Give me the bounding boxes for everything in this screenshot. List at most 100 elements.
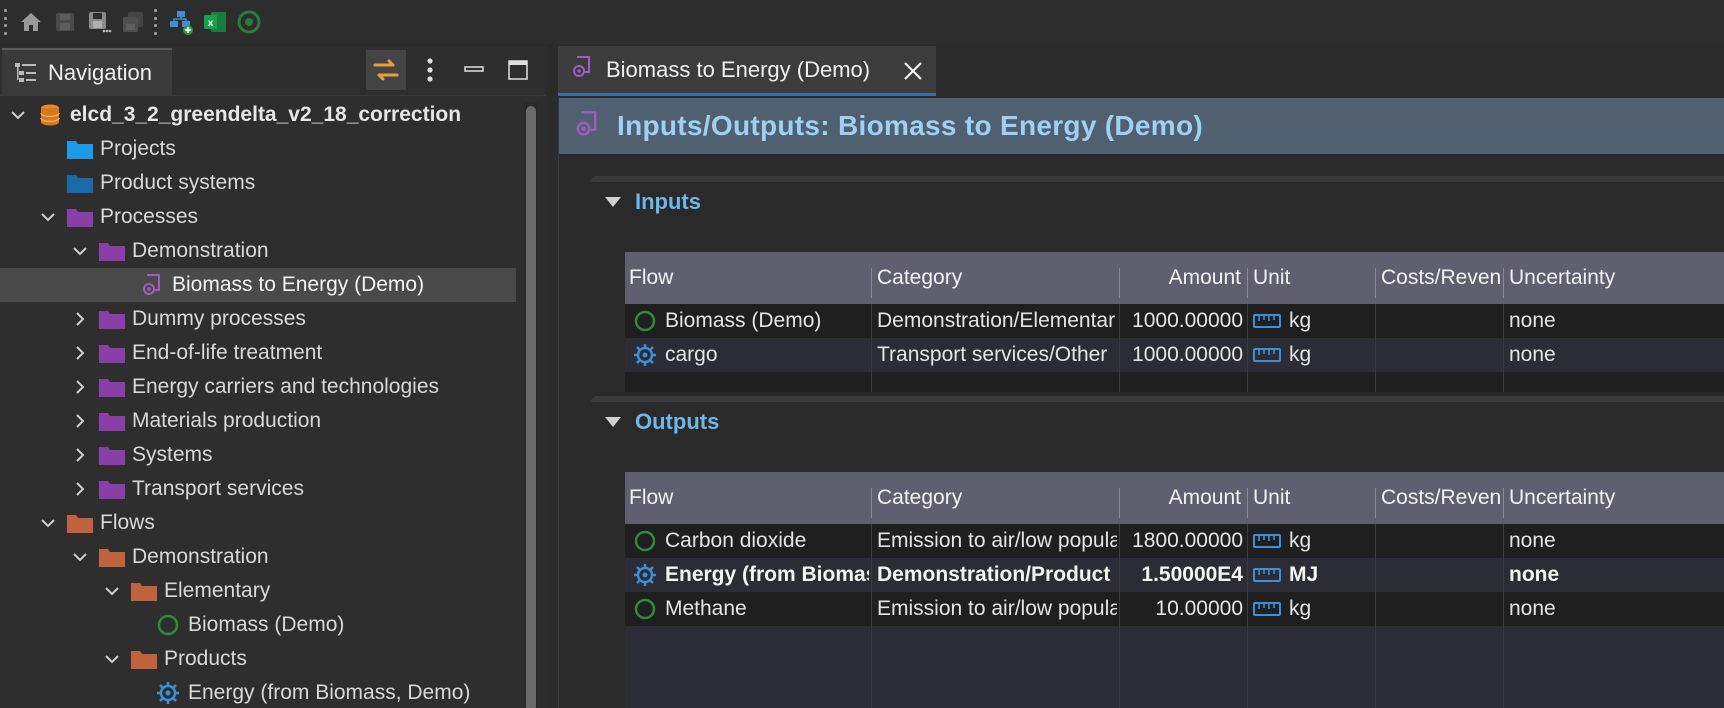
minimize-icon[interactable] (454, 50, 494, 90)
chevron-right-icon[interactable] (68, 375, 92, 399)
tree-item-database[interactable]: elcd_3_2_greendelta_v2_18_correction (0, 98, 516, 132)
tree-item-processes[interactable]: Processes (0, 200, 516, 234)
collapse-triangle-icon[interactable] (605, 417, 621, 427)
tree-item-systems[interactable]: Systems (0, 438, 516, 472)
column-header-category[interactable]: Category (873, 252, 1119, 304)
inputs-outputs-form: Inputs/Outputs: Biomass to Energy (Demo)… (558, 98, 1724, 708)
uncertainty-cell[interactable]: none (1509, 524, 1719, 558)
amount-cell[interactable]: 1000.00000 (1121, 304, 1243, 338)
tree-item-biomass-demo[interactable]: Biomass (Demo) (0, 608, 516, 642)
unit-cell[interactable]: kg (1253, 524, 1373, 558)
tree-item-energy-carriers[interactable]: Energy carriers and technologies (0, 370, 516, 404)
flow-name: cargo (665, 343, 718, 366)
amount-cell[interactable]: 1.50000E4 (1121, 558, 1243, 592)
amount-cell[interactable]: 1000.00000 (1121, 338, 1243, 372)
folder-icon (66, 205, 94, 229)
collapse-triangle-icon[interactable] (605, 197, 621, 207)
view-menu-icon[interactable] (410, 50, 450, 90)
chevron-down-icon[interactable] (68, 545, 92, 569)
table-row[interactable]: cargo Transport services/Other 1000.0000… (625, 338, 1724, 372)
save-icon[interactable] (48, 5, 82, 39)
tree-item-end-of-life-treatment[interactable]: End-of-life treatment (0, 336, 516, 370)
tree-item-product-systems[interactable]: Product systems (0, 166, 516, 200)
link-with-editor-icon[interactable] (366, 50, 406, 90)
navigation-scrollbar[interactable] (524, 102, 538, 708)
table-row[interactable]: Methane Emission to air/low popula 10.00… (625, 592, 1724, 626)
chevron-down-icon[interactable] (36, 205, 60, 229)
save-as-icon[interactable] (82, 5, 116, 39)
amount-cell[interactable]: 10.00000 (1121, 592, 1243, 626)
unit-name: kg (1289, 309, 1312, 332)
column-header-uncertainty[interactable]: Uncertainty (1505, 472, 1724, 524)
home-icon[interactable] (14, 5, 48, 39)
chevron-right-icon[interactable] (68, 477, 92, 501)
column-header-unit[interactable]: Unit (1249, 252, 1373, 304)
tree-item-energy-from-biomass[interactable]: Energy (from Biomass, Demo) (0, 676, 516, 708)
excel-icon[interactable]: x (198, 5, 232, 39)
tree-item-label: Projects (100, 137, 176, 160)
folder-icon (130, 579, 158, 603)
tab-navigation[interactable]: Navigation (2, 48, 172, 96)
chevron-right-icon[interactable] (68, 443, 92, 467)
maximize-icon[interactable] (498, 50, 538, 90)
toolbar-grip[interactable] (4, 9, 8, 35)
table-row[interactable]: Biomass (Demo) Demonstration/Elementar 1… (625, 304, 1724, 338)
tree-item-flows-demonstration[interactable]: Demonstration (0, 540, 516, 574)
costs-cell[interactable] (1381, 524, 1501, 558)
tree-item-projects[interactable]: Projects (0, 132, 516, 166)
column-header-flow[interactable]: Flow (625, 472, 871, 524)
unit-cell[interactable]: MJ (1253, 558, 1373, 592)
chevron-down-icon[interactable] (36, 511, 60, 535)
column-header-amount[interactable]: Amount (1121, 472, 1245, 524)
unit-cell[interactable]: kg (1253, 338, 1373, 372)
close-icon[interactable] (900, 58, 926, 84)
costs-cell[interactable] (1381, 592, 1501, 626)
chevron-down-icon[interactable] (100, 579, 124, 603)
save-all-icon[interactable] (116, 5, 150, 39)
new-process-icon[interactable] (164, 5, 198, 39)
uncertainty-cell[interactable]: none (1509, 304, 1719, 338)
tree-item-dummy-processes[interactable]: Dummy processes (0, 302, 516, 336)
tree-item-transport-services[interactable]: Transport services (0, 472, 516, 506)
chevron-right-icon[interactable] (68, 409, 92, 433)
svg-text:x: x (208, 18, 214, 29)
tree-item-elementary[interactable]: Elementary (0, 574, 516, 608)
toolbar-grip-2[interactable] (154, 9, 158, 35)
unit-cell[interactable]: kg (1253, 592, 1373, 626)
tree-item-flows[interactable]: Flows (0, 506, 516, 540)
table-row-reference-flow[interactable]: Energy (from Biomas Demonstration/Produc… (625, 558, 1724, 592)
tree-item-biomass-to-energy[interactable]: Biomass to Energy (Demo) (0, 268, 516, 302)
inputs-section-toggle[interactable]: Inputs (605, 186, 701, 218)
tree-item-materials-production[interactable]: Materials production (0, 404, 516, 438)
tree-item-demonstration[interactable]: Demonstration (0, 234, 516, 268)
chevron-down-icon[interactable] (6, 103, 30, 127)
amount-cell[interactable]: 1800.00000 (1121, 524, 1243, 558)
costs-cell[interactable] (1381, 304, 1501, 338)
column-header-flow[interactable]: Flow (625, 252, 871, 304)
elementary-flow-icon (634, 598, 656, 620)
chevron-down-icon[interactable] (100, 647, 124, 671)
run-icon[interactable] (232, 5, 266, 39)
category-cell: Demonstration/Elementar (877, 309, 1116, 332)
uncertainty-cell[interactable]: none (1509, 338, 1719, 372)
tree-item-label: End-of-life treatment (132, 341, 323, 364)
chevron-right-icon[interactable] (68, 307, 92, 331)
column-header-unit[interactable]: Unit (1249, 472, 1373, 524)
outputs-section-toggle[interactable]: Outputs (605, 406, 719, 438)
costs-cell[interactable] (1381, 338, 1501, 372)
chevron-right-icon[interactable] (68, 341, 92, 365)
costs-cell[interactable] (1381, 558, 1501, 592)
uncertainty-cell[interactable]: none (1509, 592, 1719, 626)
column-header-amount[interactable]: Amount (1121, 252, 1245, 304)
table-row[interactable]: Carbon dioxide Emission to air/low popul… (625, 524, 1724, 558)
unit-cell[interactable]: kg (1253, 304, 1373, 338)
column-header-uncertainty[interactable]: Uncertainty (1505, 252, 1724, 304)
column-header-costs[interactable]: Costs/Reven (1377, 472, 1501, 524)
column-header-costs[interactable]: Costs/Reven (1377, 252, 1501, 304)
tab-biomass-to-energy[interactable]: Biomass to Energy (Demo) (558, 46, 936, 96)
scrollbar-thumb[interactable] (526, 106, 536, 708)
chevron-down-icon[interactable] (68, 239, 92, 263)
tree-item-products[interactable]: Products (0, 642, 516, 676)
column-header-category[interactable]: Category (873, 472, 1119, 524)
uncertainty-cell[interactable]: none (1509, 558, 1719, 592)
